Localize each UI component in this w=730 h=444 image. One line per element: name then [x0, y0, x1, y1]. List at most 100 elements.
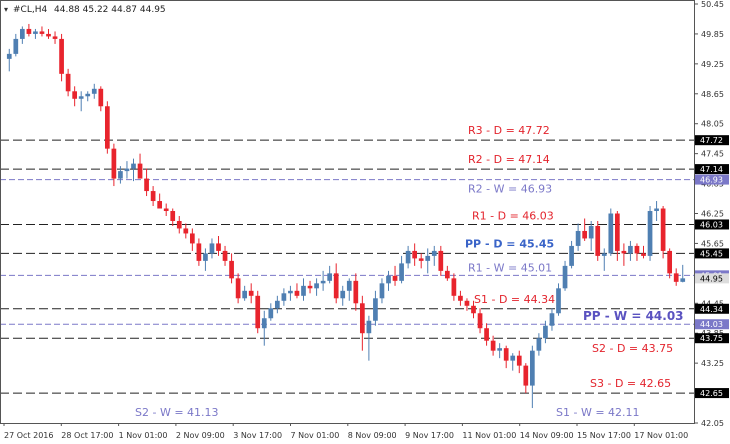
candle-down [163, 208, 169, 212]
price-chart[interactable]: 50.4549.8549.2548.6548.0547.4546.8546.25… [0, 0, 730, 444]
candle-down [52, 36, 58, 39]
candle-up [85, 93, 91, 97]
candle-up [405, 250, 411, 264]
pivot-level-label: R2 - W = 46.93 [468, 183, 552, 196]
candle-up [6, 53, 12, 59]
chart-header: ▾ #CL,H4 44.88 45.22 44.87 44.95 [4, 5, 166, 15]
x-tick-label: 17 Nov 01:00 [634, 431, 688, 440]
level-price-tag-text: 46.93 [700, 176, 723, 185]
pivot-level-label: PP - D = 45.45 [465, 237, 554, 250]
candle-down [183, 228, 189, 234]
chart-canvas[interactable]: 50.4549.8549.2548.6548.0547.4546.8546.25… [0, 0, 730, 444]
candle-up [399, 263, 404, 281]
candle-down [46, 33, 51, 37]
y-tick-label: 48.05 [701, 120, 724, 129]
candle-down [621, 250, 627, 254]
pivot-level-label: R1 - D = 46.03 [472, 209, 554, 222]
candle-up [314, 283, 319, 289]
candle-down [144, 178, 149, 192]
level-price-tag-text: 47.14 [700, 165, 723, 174]
x-tick-label: 14 Nov 09:00 [520, 431, 574, 440]
x-tick-label: 15 Nov 17:00 [577, 431, 631, 440]
candle-up [124, 168, 130, 172]
candle-up [680, 278, 686, 282]
candle-up [346, 280, 352, 291]
level-price-tag-text: 45.45 [700, 249, 723, 258]
x-tick-label: 3 Nov 17:00 [233, 431, 282, 440]
price-axis: 50.4549.8549.2548.6548.0547.4546.8546.25… [0, 0, 729, 428]
x-tick-label: 9 Nov 17:00 [405, 431, 454, 440]
y-tick-label: 48.65 [701, 90, 724, 99]
y-tick-label: 43.25 [701, 359, 724, 368]
pivot-level-label: S2 - W = 41.13 [135, 406, 219, 419]
candle-down [137, 163, 143, 179]
candle-down [170, 211, 176, 221]
candle-up [536, 338, 542, 351]
candle-up [601, 253, 607, 256]
candle-down [189, 233, 195, 244]
candle-up [242, 290, 248, 299]
candle-up [510, 355, 516, 361]
candle-down [359, 303, 365, 334]
candle-down [464, 300, 470, 306]
candle-down [641, 253, 646, 256]
candle-down [307, 285, 313, 289]
plot-frame [0, 0, 695, 424]
candle-down [216, 243, 221, 251]
candle-down [222, 250, 228, 261]
candle-up [261, 318, 267, 329]
candle-up [575, 230, 581, 246]
candles-layer [6, 23, 686, 409]
symbol-label: #CL,H4 [13, 5, 47, 15]
x-tick-label: 7 Nov 01:00 [291, 431, 340, 440]
candle-up [13, 38, 19, 54]
candle-up [431, 250, 437, 256]
candle-down [503, 348, 509, 361]
candle-up [268, 308, 274, 319]
candle-down [104, 106, 110, 149]
pivot-level-label: S2 - D = 43.75 [592, 342, 673, 355]
candle-down [39, 31, 45, 34]
candle-down [490, 340, 496, 351]
pivot-level-label: R2 - D = 47.14 [468, 153, 550, 166]
y-tick-label: 49.25 [701, 60, 724, 69]
candle-down [333, 273, 339, 299]
candle-up [288, 290, 293, 294]
candle-down [471, 305, 476, 314]
candle-up [379, 283, 385, 299]
candle-up [628, 245, 633, 254]
candle-up [588, 225, 594, 239]
candle-up [209, 243, 215, 254]
candle-up [91, 88, 97, 94]
pivot-level-label: S1 - W = 42.11 [556, 406, 640, 419]
candle-down [614, 213, 620, 251]
y-tick-label: 47.45 [701, 150, 724, 159]
candle-down [660, 208, 666, 251]
candle-up [78, 96, 84, 99]
candle-down [353, 280, 359, 304]
candle-down [176, 220, 182, 229]
header-arrow-icon: ▾ [4, 5, 8, 14]
level-labels-layer: R3 - D = 47.72 R2 - D = 47.14 R2 - W = 46.… [135, 124, 684, 419]
x-tick-label: 27 Oct 2016 [4, 431, 53, 440]
candle-up [497, 348, 503, 351]
candle-down [412, 250, 418, 259]
candle-down [444, 270, 450, 279]
y-tick-label: 50.45 [701, 0, 724, 9]
candle-up [562, 265, 568, 289]
candle-down [26, 28, 32, 34]
candle-down [65, 73, 71, 92]
candle-down [255, 295, 261, 329]
candle-down [150, 191, 156, 202]
y-tick-label: 45.65 [701, 239, 724, 248]
candle-up [366, 320, 372, 334]
candle-down [634, 245, 640, 254]
candle-down [229, 260, 234, 279]
pivot-level-label: PP - W = 44.03 [583, 309, 684, 323]
candle-up [301, 285, 306, 296]
candle-down [196, 243, 202, 261]
candle-down [235, 278, 241, 299]
level-price-tag-text: 44.34 [700, 305, 723, 314]
candle-down [248, 290, 254, 296]
level-price-tag-text: 44.03 [700, 320, 723, 329]
